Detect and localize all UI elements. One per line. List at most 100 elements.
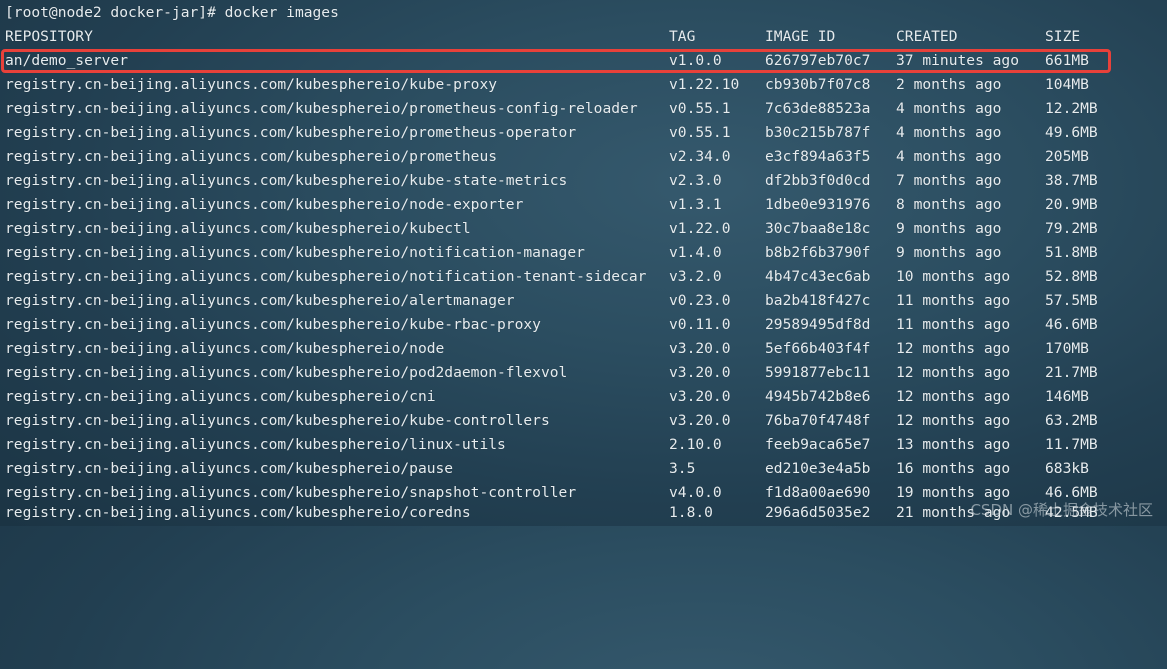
highlight-box: [1, 49, 1111, 73]
row-repository: registry.cn-beijing.aliyuncs.com/kubesph…: [5, 172, 568, 189]
row-created: 2 months ago: [896, 76, 1002, 93]
row-tag: v3.20.0: [669, 412, 731, 429]
row-image-id: b8b2f6b3790f: [765, 244, 871, 261]
table-row: registry.cn-beijing.aliyuncs.com/kubesph…: [5, 337, 1089, 361]
table-row: registry.cn-beijing.aliyuncs.com/kubesph…: [5, 217, 1098, 241]
row-image-id: 1dbe0e931976: [765, 196, 871, 213]
row-repository: registry.cn-beijing.aliyuncs.com/kubesph…: [5, 220, 471, 237]
header-repository: REPOSITORY: [5, 28, 93, 45]
table-row: registry.cn-beijing.aliyuncs.com/kubesph…: [5, 97, 1098, 121]
table-row: registry.cn-beijing.aliyuncs.com/kubesph…: [5, 433, 1098, 457]
row-image-id: 5991877ebc11: [765, 364, 871, 381]
header-tag: TAG: [669, 28, 696, 45]
row-repository: registry.cn-beijing.aliyuncs.com/kubesph…: [5, 148, 498, 165]
table-row: registry.cn-beijing.aliyuncs.com/kubesph…: [5, 265, 1098, 289]
row-repository: registry.cn-beijing.aliyuncs.com/kubesph…: [5, 244, 585, 261]
row-repository: registry.cn-beijing.aliyuncs.com/kubesph…: [5, 76, 498, 93]
row-tag: v1.3.1: [669, 196, 722, 213]
row-created: 13 months ago: [896, 436, 1011, 453]
row-image-id: cb930b7f07c8: [765, 76, 871, 93]
row-created: 9 months ago: [896, 244, 1002, 261]
row-repository: registry.cn-beijing.aliyuncs.com/kubesph…: [5, 504, 471, 521]
row-repository: registry.cn-beijing.aliyuncs.com/kubesph…: [5, 340, 445, 357]
table-row: registry.cn-beijing.aliyuncs.com/kubesph…: [5, 361, 1098, 385]
row-tag: v3.2.0: [669, 268, 722, 285]
row-tag: v0.55.1: [669, 124, 731, 141]
row-repository: registry.cn-beijing.aliyuncs.com/kubesph…: [5, 100, 638, 117]
row-tag: v0.23.0: [669, 292, 731, 309]
header-size: SIZE: [1045, 28, 1081, 45]
row-size: 49.6MB: [1045, 124, 1098, 141]
row-created: 12 months ago: [896, 412, 1011, 429]
row-repository: registry.cn-beijing.aliyuncs.com/kubesph…: [5, 292, 515, 309]
row-repository: registry.cn-beijing.aliyuncs.com/kubesph…: [5, 364, 568, 381]
row-repository: registry.cn-beijing.aliyuncs.com/kubesph…: [5, 460, 454, 477]
table-row: registry.cn-beijing.aliyuncs.com/kubesph…: [5, 145, 1089, 169]
row-image-id: 76ba70f4748f: [765, 412, 871, 429]
row-repository: registry.cn-beijing.aliyuncs.com/kubesph…: [5, 124, 577, 141]
row-tag: v1.22.10: [669, 76, 740, 93]
row-image-id: 296a6d5035e2: [765, 504, 871, 521]
row-size: 170MB: [1045, 340, 1089, 357]
row-image-id: 5ef66b403f4f: [765, 340, 871, 357]
row-repository: registry.cn-beijing.aliyuncs.com/kubesph…: [5, 268, 647, 285]
row-image-id: 7c63de88523a: [765, 100, 871, 117]
row-image-id: 4945b742b8e6: [765, 388, 871, 405]
row-tag: v0.55.1: [669, 100, 731, 117]
row-repository: registry.cn-beijing.aliyuncs.com/kubesph…: [5, 436, 506, 453]
row-created: 12 months ago: [896, 364, 1011, 381]
row-tag: 2.10.0: [669, 436, 722, 453]
row-repository: registry.cn-beijing.aliyuncs.com/kubesph…: [5, 412, 550, 429]
row-size: 205MB: [1045, 148, 1089, 165]
row-repository: registry.cn-beijing.aliyuncs.com/kubesph…: [5, 316, 541, 333]
row-size: 79.2MB: [1045, 220, 1098, 237]
table-row: registry.cn-beijing.aliyuncs.com/kubesph…: [5, 289, 1098, 313]
table-row: registry.cn-beijing.aliyuncs.com/kubesph…: [5, 241, 1098, 265]
row-size: 21.7MB: [1045, 364, 1098, 381]
watermark: CSDN @稀土掘金技术社区: [970, 501, 1153, 519]
row-tag: v3.20.0: [669, 388, 731, 405]
row-size: 104MB: [1045, 76, 1089, 93]
row-tag: v2.3.0: [669, 172, 722, 189]
table-header: REPOSITORY TAG IMAGE ID CREATED SIZE: [5, 25, 1080, 49]
table-row: registry.cn-beijing.aliyuncs.com/kubesph…: [5, 385, 1089, 409]
row-created: 11 months ago: [896, 316, 1011, 333]
row-created: 12 months ago: [896, 340, 1011, 357]
row-created: 12 months ago: [896, 388, 1011, 405]
row-size: 52.8MB: [1045, 268, 1098, 285]
row-size: 12.2MB: [1045, 100, 1098, 117]
table-row: registry.cn-beijing.aliyuncs.com/kubesph…: [5, 409, 1098, 433]
row-image-id: b30c215b787f: [765, 124, 871, 141]
terminal-window[interactable]: [root@node2 docker-jar]# docker images R…: [0, 0, 1167, 526]
table-row: registry.cn-beijing.aliyuncs.com/kubesph…: [5, 169, 1098, 193]
row-created: 4 months ago: [896, 124, 1002, 141]
row-created: 7 months ago: [896, 172, 1002, 189]
row-size: 11.7MB: [1045, 436, 1098, 453]
row-created: 8 months ago: [896, 196, 1002, 213]
row-created: 9 months ago: [896, 220, 1002, 237]
row-tag: v1.22.0: [669, 220, 731, 237]
row-tag: v1.4.0: [669, 244, 722, 261]
row-tag: 3.5: [669, 460, 696, 477]
row-size: 146MB: [1045, 388, 1089, 405]
table-row: registry.cn-beijing.aliyuncs.com/kubesph…: [5, 193, 1098, 217]
table-row: registry.cn-beijing.aliyuncs.com/kubesph…: [5, 501, 1098, 525]
table-row: registry.cn-beijing.aliyuncs.com/kubesph…: [5, 121, 1098, 145]
row-repository: registry.cn-beijing.aliyuncs.com/kubesph…: [5, 196, 524, 213]
row-repository: registry.cn-beijing.aliyuncs.com/kubesph…: [5, 388, 436, 405]
row-tag: v0.11.0: [669, 316, 731, 333]
row-tag: v3.20.0: [669, 340, 731, 357]
row-tag: v3.20.0: [669, 364, 731, 381]
command-prompt: [root@node2 docker-jar]# docker images: [5, 4, 339, 21]
row-size: 51.8MB: [1045, 244, 1098, 261]
command-prompt-line: [root@node2 docker-jar]# docker images: [5, 1, 339, 25]
row-image-id: ba2b418f427c: [765, 292, 871, 309]
row-size: 63.2MB: [1045, 412, 1098, 429]
row-image-id: ed210e3e4a5b: [765, 460, 871, 477]
row-size: 20.9MB: [1045, 196, 1098, 213]
header-image-id: IMAGE ID: [765, 28, 836, 45]
row-created: 11 months ago: [896, 292, 1011, 309]
row-size: 683kB: [1045, 460, 1089, 477]
row-image-id: e3cf894a63f5: [765, 148, 871, 165]
row-created: 4 months ago: [896, 100, 1002, 117]
